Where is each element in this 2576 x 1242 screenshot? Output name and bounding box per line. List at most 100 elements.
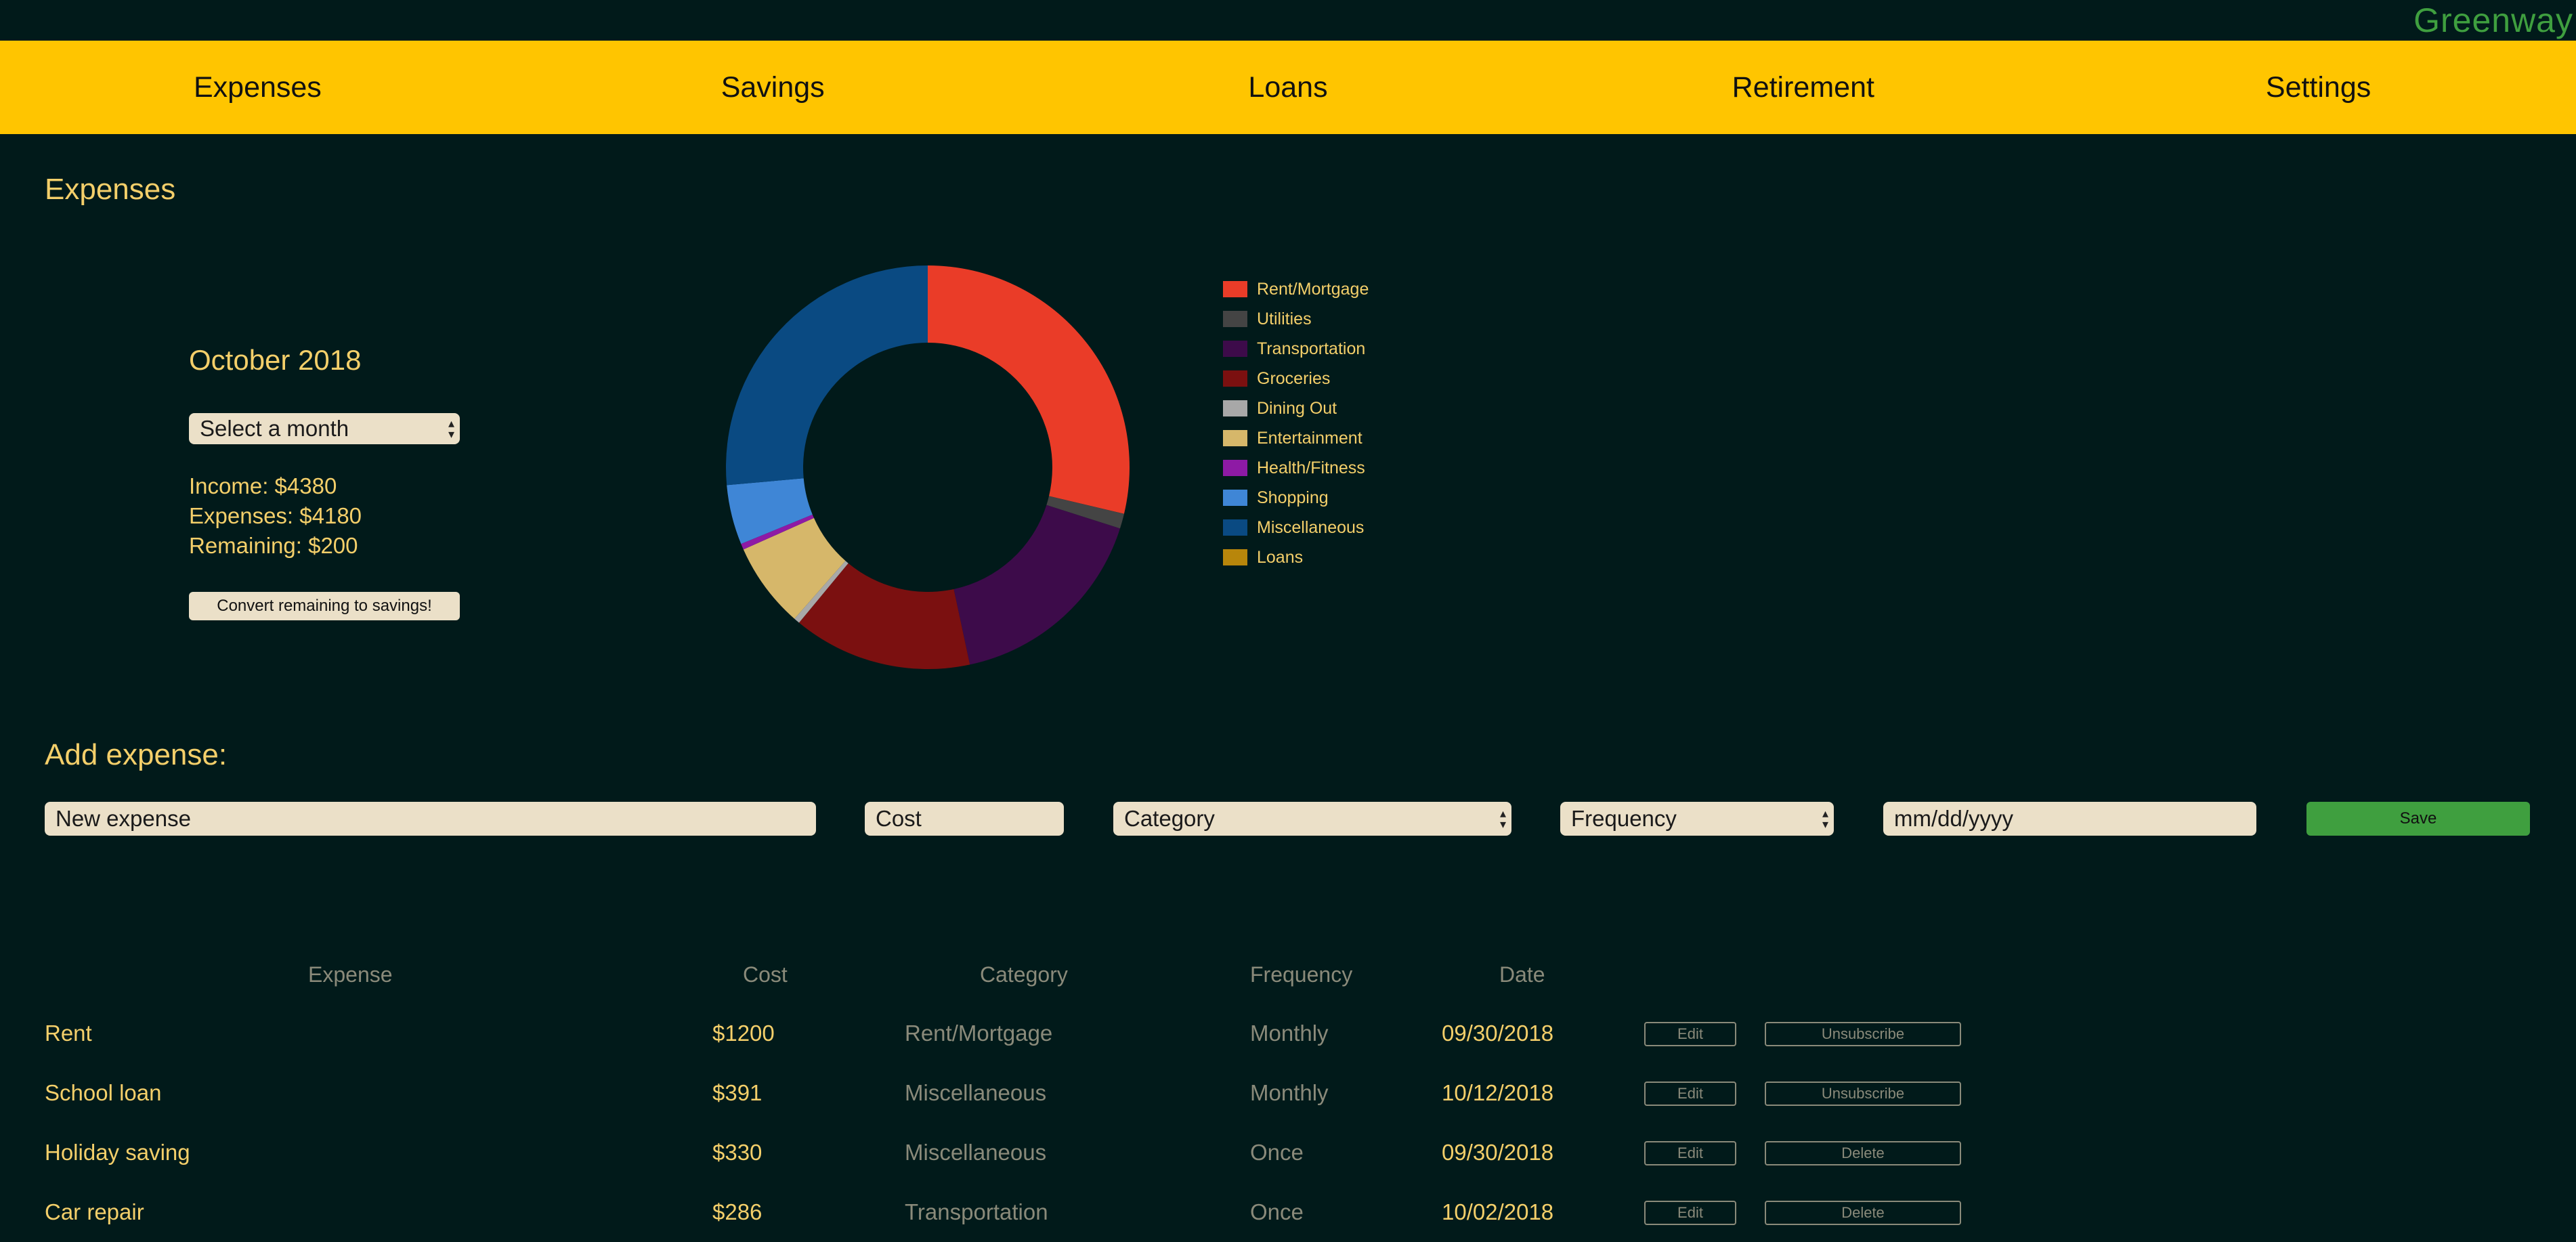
cell-category: Transportation bbox=[905, 1199, 1048, 1224]
legend-item[interactable]: Utilities bbox=[1223, 304, 1369, 334]
legend-label: Miscellaneous bbox=[1257, 517, 1365, 537]
frequency-select[interactable]: Frequency ▴ ▾ bbox=[1560, 802, 1834, 836]
edit-button[interactable]: Edit bbox=[1644, 1201, 1736, 1225]
select-arrows-icon: ▴ ▾ bbox=[448, 416, 454, 441]
save-button[interactable]: Save bbox=[2306, 802, 2530, 836]
donut-svg bbox=[726, 265, 1130, 669]
stats: Income: $4380 Expenses: $4180 Remaining:… bbox=[189, 471, 460, 561]
cell-category: Miscellaneous bbox=[905, 1140, 1047, 1165]
month-select[interactable]: Select a month ▴ ▾ bbox=[189, 413, 460, 444]
table-row: Rent $1200 Rent/Mortgage Monthly 09/30/2… bbox=[0, 1004, 2576, 1063]
expense-name-input[interactable]: New expense bbox=[45, 802, 816, 836]
legend-label: Transportation bbox=[1257, 339, 1366, 358]
legend-label: Rent/Mortgage bbox=[1257, 279, 1369, 299]
cell-date: 09/30/2018 bbox=[1442, 1021, 1554, 1046]
delete-button[interactable]: Delete bbox=[1765, 1141, 1961, 1165]
cell-expense: Rent bbox=[45, 1021, 92, 1046]
date-placeholder: mm/dd/yyyy bbox=[1894, 806, 2014, 831]
date-input[interactable]: mm/dd/yyyy bbox=[1883, 802, 2256, 836]
expense-donut-chart bbox=[725, 264, 1131, 670]
legend-item[interactable]: Loans bbox=[1223, 542, 1369, 572]
income-text: Income: $4380 bbox=[189, 473, 337, 498]
cell-category: Rent/Mortgage bbox=[905, 1021, 1053, 1046]
unsubscribe-button[interactable]: Unsubscribe bbox=[1765, 1082, 1961, 1106]
cell-date: 10/12/2018 bbox=[1442, 1080, 1554, 1105]
cost-placeholder: Cost bbox=[876, 806, 922, 831]
legend-swatch bbox=[1223, 490, 1247, 506]
cell-expense: Holiday saving bbox=[45, 1140, 190, 1165]
cell-cost: $1200 bbox=[712, 1021, 775, 1046]
frequency-select-value: Frequency bbox=[1571, 806, 1677, 831]
header-frequency: Frequency bbox=[1250, 962, 1353, 987]
cost-input[interactable]: Cost bbox=[865, 802, 1064, 836]
cell-cost: $286 bbox=[712, 1199, 763, 1224]
legend-swatch bbox=[1223, 519, 1247, 536]
main-navbar: Expenses Savings Loans Retirement Settin… bbox=[0, 41, 2576, 134]
legend-item[interactable]: Health/Fitness bbox=[1223, 453, 1369, 483]
cell-cost: $391 bbox=[712, 1080, 763, 1105]
legend-label: Entertainment bbox=[1257, 428, 1362, 448]
legend-swatch bbox=[1223, 430, 1247, 446]
legend-item[interactable]: Miscellaneous bbox=[1223, 513, 1369, 542]
legend-label: Groceries bbox=[1257, 368, 1331, 388]
cell-frequency: Monthly bbox=[1250, 1080, 1329, 1105]
header-cost: Cost bbox=[743, 962, 788, 987]
donut-slice-rent-mortgage[interactable] bbox=[928, 265, 1130, 514]
cell-frequency: Once bbox=[1250, 1199, 1304, 1224]
legend-item[interactable]: Rent/Mortgage bbox=[1223, 274, 1369, 304]
legend-item[interactable]: Entertainment bbox=[1223, 423, 1369, 453]
expenses-text: Expenses: $4180 bbox=[189, 503, 362, 528]
monthly-summary: October 2018 Select a month ▴ ▾ Income: $… bbox=[189, 339, 460, 620]
legend-label: Dining Out bbox=[1257, 398, 1337, 418]
nav-item-retirement[interactable]: Retirement bbox=[1545, 41, 2061, 134]
edit-button[interactable]: Edit bbox=[1644, 1082, 1736, 1106]
convert-to-savings-button[interactable]: Convert remaining to savings! bbox=[189, 592, 460, 620]
cell-date: 10/02/2018 bbox=[1442, 1199, 1554, 1224]
legend-swatch bbox=[1223, 370, 1247, 387]
category-select[interactable]: Category ▴ ▾ bbox=[1113, 802, 1511, 836]
table-row: School loan $391 Miscellaneous Monthly 1… bbox=[0, 1063, 2576, 1123]
legend-item[interactable]: Shopping bbox=[1223, 483, 1369, 513]
add-expense-title: Add expense: bbox=[45, 738, 228, 771]
cell-category: Miscellaneous bbox=[905, 1080, 1047, 1105]
header-date: Date bbox=[1499, 962, 1545, 987]
donut-slice-transportation[interactable] bbox=[953, 505, 1120, 665]
edit-button[interactable]: Edit bbox=[1644, 1141, 1736, 1165]
cell-expense: Car repair bbox=[45, 1199, 144, 1224]
unsubscribe-button[interactable]: Unsubscribe bbox=[1765, 1022, 1961, 1046]
legend-swatch bbox=[1223, 311, 1247, 327]
header-expense: Expense bbox=[308, 962, 393, 987]
remaining-text: Remaining: $200 bbox=[189, 533, 358, 558]
page-title: Expenses bbox=[45, 173, 176, 206]
legend-swatch bbox=[1223, 341, 1247, 357]
month-title: October 2018 bbox=[189, 344, 362, 376]
legend-item[interactable]: Transportation bbox=[1223, 334, 1369, 364]
expense-name-placeholder: New expense bbox=[56, 806, 191, 831]
cell-frequency: Once bbox=[1250, 1140, 1304, 1165]
brand-logo: Greenway bbox=[2413, 1, 2573, 39]
legend-item[interactable]: Groceries bbox=[1223, 364, 1369, 393]
donut-slice-miscellaneous[interactable] bbox=[726, 265, 928, 486]
legend-item[interactable]: Dining Out bbox=[1223, 393, 1369, 423]
delete-button[interactable]: Delete bbox=[1765, 1201, 1961, 1225]
nav-item-expenses[interactable]: Expenses bbox=[0, 41, 515, 134]
legend-swatch bbox=[1223, 460, 1247, 476]
cell-expense: School loan bbox=[45, 1080, 162, 1105]
legend-swatch bbox=[1223, 400, 1247, 416]
nav-item-savings[interactable]: Savings bbox=[515, 41, 1031, 134]
category-select-value: Category bbox=[1124, 806, 1215, 831]
select-arrows-icon: ▴ ▾ bbox=[1822, 807, 1828, 831]
nav-item-settings[interactable]: Settings bbox=[2061, 41, 2576, 134]
legend-label: Health/Fitness bbox=[1257, 458, 1365, 477]
legend-swatch bbox=[1223, 549, 1247, 565]
month-select-value: Select a month bbox=[200, 416, 349, 441]
edit-button[interactable]: Edit bbox=[1644, 1022, 1736, 1046]
header-category: Category bbox=[980, 962, 1068, 987]
nav-item-loans[interactable]: Loans bbox=[1031, 41, 1546, 134]
legend-label: Loans bbox=[1257, 547, 1304, 567]
table-row: Holiday saving $330 Miscellaneous Once 0… bbox=[0, 1123, 2576, 1182]
legend-swatch bbox=[1223, 281, 1247, 297]
legend-label: Utilities bbox=[1257, 309, 1312, 328]
legend-label: Shopping bbox=[1257, 488, 1329, 507]
select-arrows-icon: ▴ ▾ bbox=[1499, 807, 1506, 831]
